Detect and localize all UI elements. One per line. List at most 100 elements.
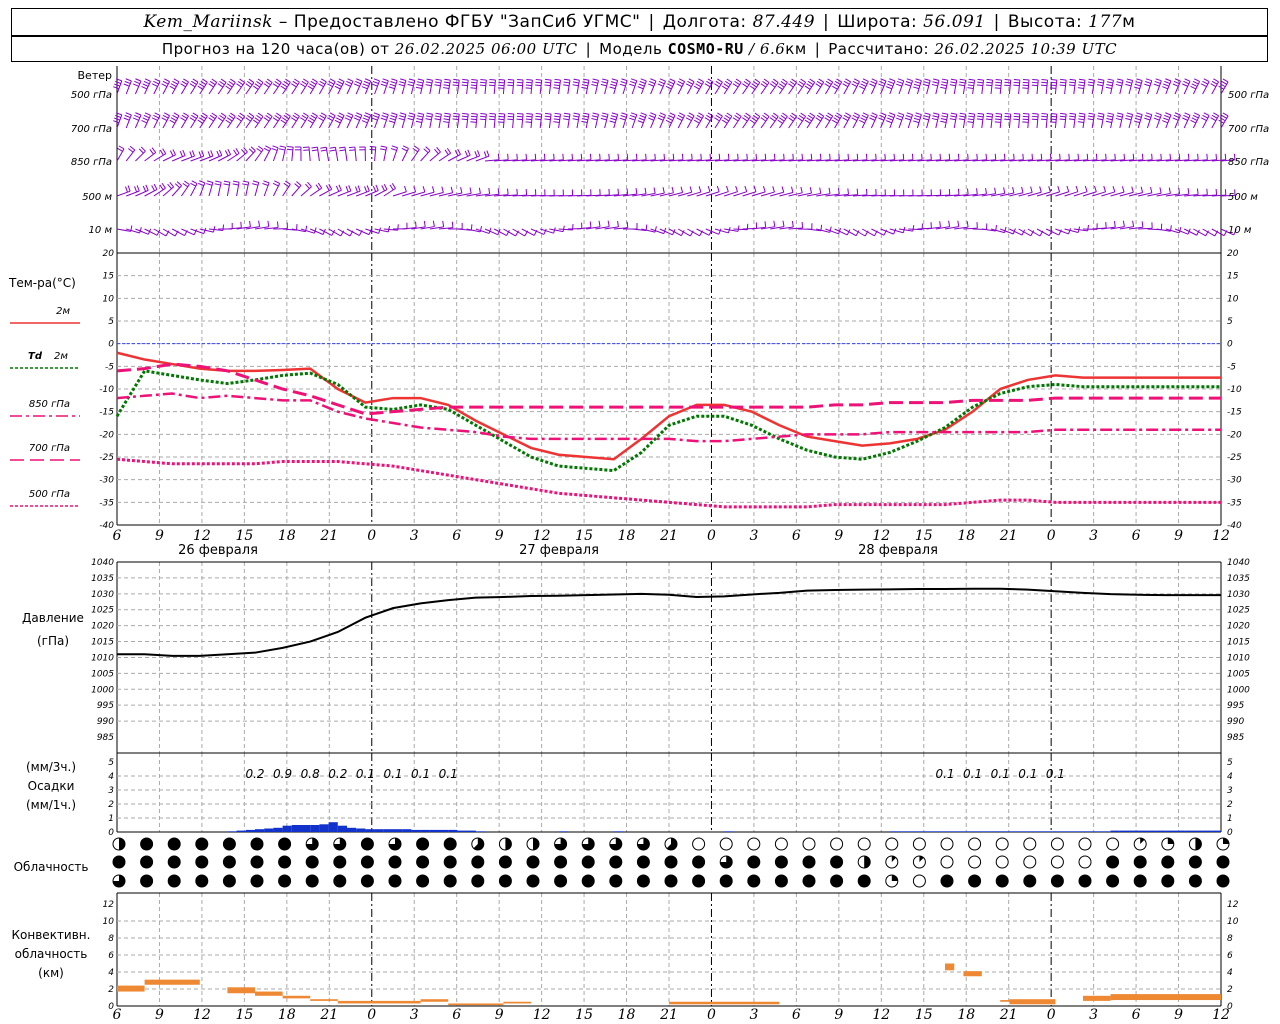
- wind-barb-feather: [745, 78, 751, 83]
- pressure-y-tick-label-right: 1015: [1227, 638, 1250, 648]
- wind-barb-feather: [372, 185, 377, 192]
- cloud-symbol-fill-low: [941, 875, 953, 887]
- wind-barb-feather: [573, 112, 580, 115]
- wind-barb-feather: [1197, 153, 1199, 160]
- wind-barb-feather: [732, 83, 739, 88]
- wind-barb-feather: [400, 112, 407, 115]
- precip-bar: [411, 829, 421, 832]
- wind-barb-feather: [307, 181, 312, 188]
- wind-barb-feather: [272, 145, 279, 149]
- wind-barb-feather: [581, 86, 588, 89]
- conv-cloud-bar: [227, 987, 255, 994]
- wind-barb-feather: [258, 220, 261, 227]
- wind-barb-feather: [949, 118, 956, 121]
- wind-barb-shaft: [502, 80, 506, 95]
- wind-barb-feather: [408, 81, 415, 84]
- temp-time-tick-label: 15: [915, 528, 933, 544]
- wind-barb-feather: [1078, 118, 1085, 121]
- wind-barb-feather: [780, 114, 787, 120]
- wind-barb-feather: [783, 153, 785, 160]
- cloud-symbol-high: [1050, 837, 1064, 851]
- wind-barb-feather: [967, 87, 974, 89]
- wind-barb-feather: [601, 81, 608, 84]
- wind-barb-feather: [315, 184, 320, 190]
- wind-barb-feather: [228, 80, 235, 86]
- wind-barb-feather: [657, 117, 664, 121]
- conv-time-tick-label: 3: [1089, 1007, 1098, 1023]
- wind-barb-feather: [1192, 114, 1199, 119]
- wind-barb-shaft: [300, 115, 309, 129]
- cloud-symbol-fill-low: [858, 875, 871, 887]
- wind-barb-feather: [789, 80, 796, 86]
- wind-barb-feather: [390, 81, 397, 84]
- wind-barb-feather: [1077, 87, 1084, 89]
- wind-barb-feather: [470, 121, 477, 123]
- temp-time-tick-label: 3: [1089, 528, 1098, 544]
- wind-barb-feather: [408, 112, 415, 115]
- wind-barb-feather: [1187, 188, 1190, 195]
- wind-barb-feather: [727, 153, 730, 160]
- wind-barb-feather: [1117, 112, 1124, 115]
- conv-y-tick-label: 2: [108, 985, 114, 995]
- wind-barb-feather: [474, 151, 478, 158]
- pressure-y-tick-label-right: 985: [1227, 733, 1244, 743]
- wind-barb-feather: [272, 182, 279, 187]
- wind-barb-feather: [1194, 112, 1200, 116]
- wind-barb-feather: [280, 85, 286, 90]
- precip-bar: [963, 831, 973, 832]
- cloud-symbol-fill-high: [533, 838, 539, 850]
- wind-barb-feather: [309, 83, 315, 88]
- wind-barb-feather: [724, 114, 731, 120]
- cloud-symbol-high: [857, 837, 871, 851]
- wind-barb-feather: [723, 117, 730, 122]
- conv-y-tick-label: 6: [108, 951, 114, 961]
- wind-barb-feather: [933, 112, 940, 115]
- wind-barb-feather: [718, 228, 722, 235]
- wind-barb-feather: [1013, 81, 1020, 84]
- wind-barb-feather: [1103, 185, 1107, 192]
- conv-y-tick-label: 4: [108, 968, 114, 978]
- wind-barb-feather: [310, 114, 317, 119]
- wind-barb-feather: [893, 228, 897, 235]
- temp-y-tick-label-right: -25: [1227, 453, 1242, 463]
- wind-barb-feather: [426, 112, 433, 115]
- wind-barb-feather: [831, 85, 838, 90]
- wind-barb-feather: [444, 149, 449, 156]
- wind-barb-feather: [809, 112, 815, 117]
- wind-barb-feather: [1086, 153, 1089, 160]
- wind-barb-feather: [1190, 119, 1197, 124]
- wind-barb-feather: [124, 114, 131, 119]
- wind-barb-feather: [635, 153, 638, 160]
- wind-barb-feather: [1031, 84, 1038, 87]
- temp-y-tick-label-right: 10: [1227, 294, 1239, 304]
- wind-barb-feather: [249, 220, 251, 227]
- wind-barb-feather: [889, 78, 896, 82]
- precip-bar: [291, 825, 301, 832]
- wind-barb-feather: [525, 121, 532, 123]
- wind-barb-feather: [1078, 84, 1085, 87]
- wind-barb-feather: [380, 148, 387, 151]
- wind-barb-shaft: [990, 114, 994, 129]
- wind-barb-feather: [1145, 115, 1152, 118]
- wind-barb-feather: [346, 80, 353, 85]
- wind-barb-feather: [425, 118, 432, 121]
- precip-bar: [935, 831, 945, 832]
- wind-barb-feather: [460, 187, 463, 194]
- wind-barb-feather: [266, 78, 273, 83]
- wind-barb-shaft: [1018, 80, 1021, 95]
- wind-barb-feather: [443, 87, 450, 89]
- wind-barb-feather: [257, 78, 264, 83]
- wind-barb-feather: [773, 153, 776, 160]
- precip-bar: [889, 831, 899, 832]
- precip-bar: [1193, 830, 1203, 832]
- wind-barb-feather: [658, 80, 665, 85]
- wind-barb-feather: [125, 78, 132, 82]
- wind-barb-feather: [1022, 81, 1029, 84]
- wind-barb-feather: [1022, 118, 1029, 121]
- wind-barb-feather: [489, 113, 496, 115]
- wind-barb-feather: [253, 119, 259, 124]
- wind-barb-feather: [619, 83, 626, 87]
- wind-barb-feather: [382, 78, 389, 82]
- wind-barb-feather: [313, 227, 317, 234]
- wind-barb-shaft: [208, 116, 218, 129]
